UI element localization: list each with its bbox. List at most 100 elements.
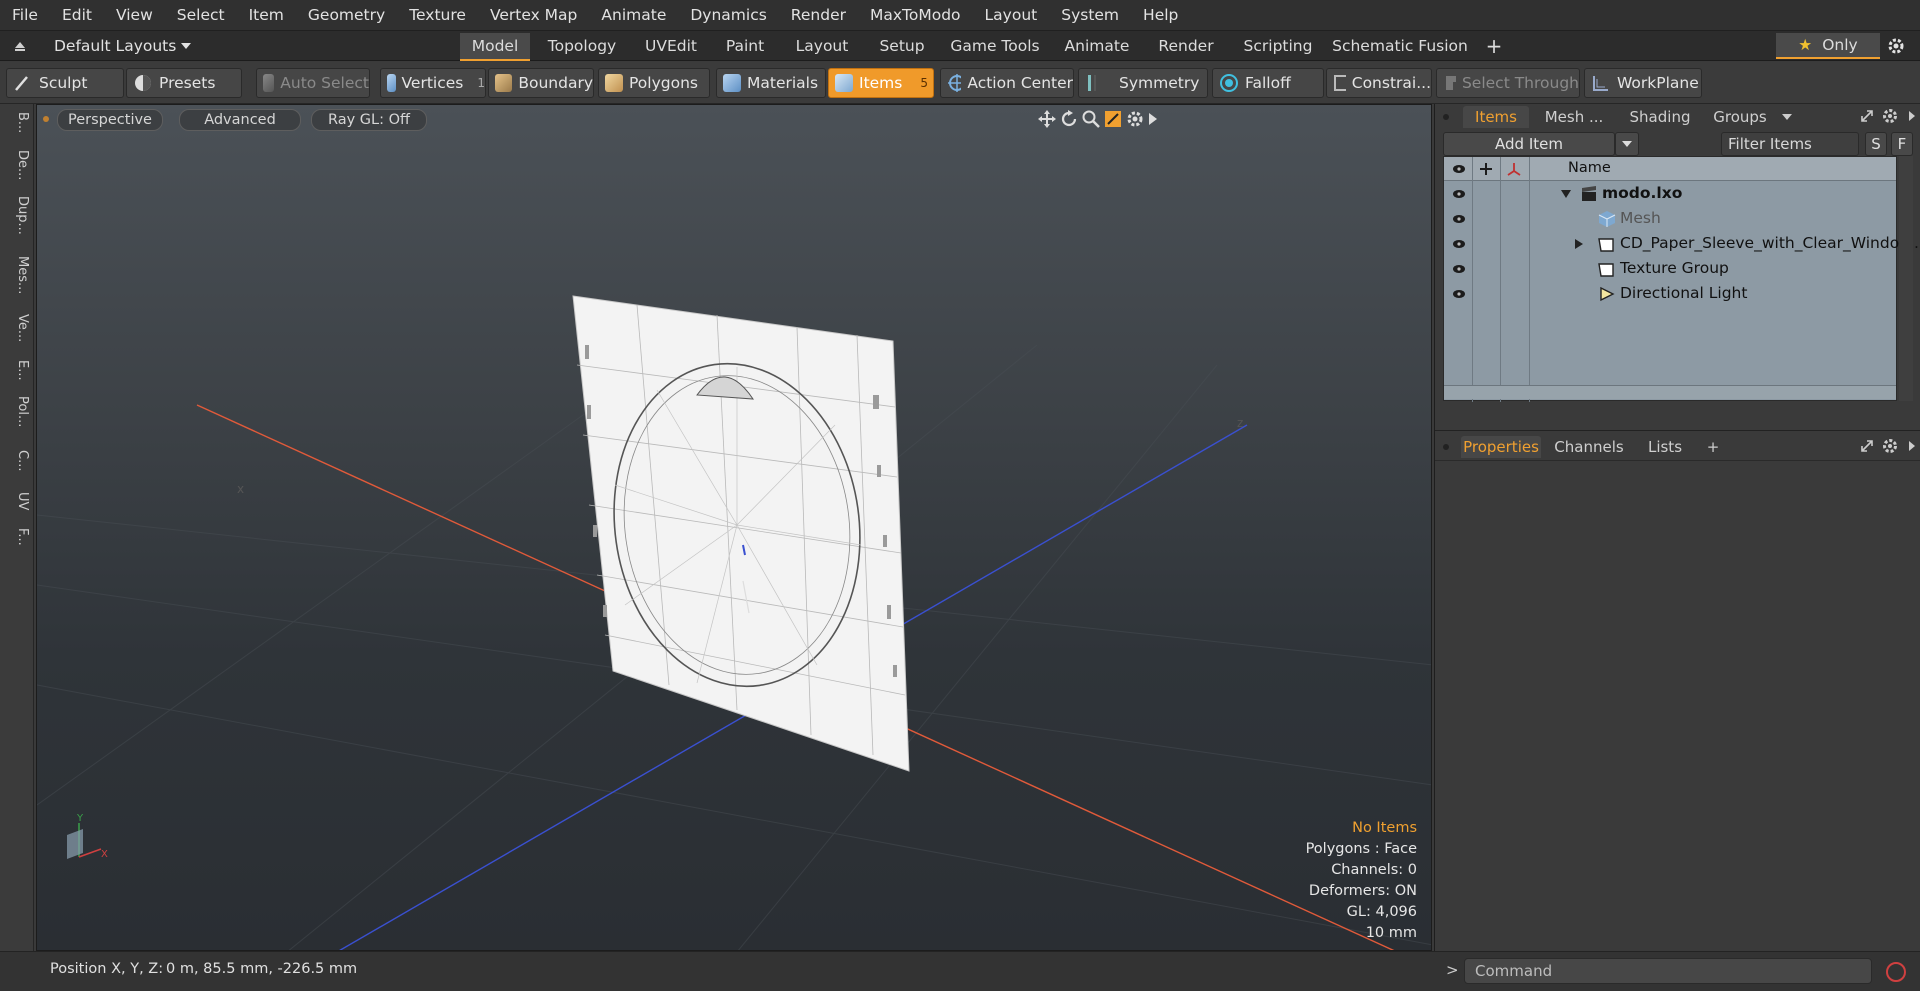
vertices-button[interactable]: Vertices 1 bbox=[380, 68, 486, 98]
tab-game-tools[interactable]: Game Tools bbox=[942, 33, 1048, 59]
left-tool-polygon[interactable]: Pol... bbox=[4, 396, 30, 427]
left-tool-duplicate[interactable]: Dup... bbox=[4, 196, 30, 235]
default-layouts-dropdown[interactable]: Default Layouts bbox=[54, 35, 192, 57]
left-tool-uv[interactable]: UV bbox=[4, 492, 30, 510]
filter-f-button[interactable]: F bbox=[1891, 132, 1913, 156]
tab-setup[interactable]: Setup bbox=[870, 33, 934, 59]
command-input[interactable]: Command bbox=[1464, 958, 1872, 984]
tab-lists[interactable]: Lists bbox=[1635, 436, 1695, 458]
tab-model[interactable]: Model bbox=[460, 33, 530, 61]
only-label: Only bbox=[1822, 36, 1858, 54]
add-item-dropdown[interactable] bbox=[1615, 132, 1639, 156]
action-center-button[interactable]: Action Center bbox=[940, 68, 1074, 98]
falloff-button[interactable]: Falloff bbox=[1212, 68, 1324, 98]
right-list-scrollbar[interactable] bbox=[1899, 156, 1913, 401]
workplane-button[interactable]: WorkPlane bbox=[1584, 68, 1702, 98]
properties-expand-icon[interactable] bbox=[1907, 439, 1917, 453]
left-tool-basic[interactable]: B... bbox=[4, 112, 30, 133]
tab-items[interactable]: Items bbox=[1463, 106, 1529, 128]
boundary-button[interactable]: Boundary bbox=[488, 68, 594, 98]
tab-channels[interactable]: Channels bbox=[1549, 436, 1629, 458]
3d-viewport[interactable]: Perspective Advanced Ray GL: Off x z Y X… bbox=[36, 104, 1432, 951]
filter-items-field[interactable]: Filter Items bbox=[1721, 132, 1859, 156]
lock-header-icon[interactable] bbox=[1478, 162, 1494, 176]
menu-edit[interactable]: Edit bbox=[50, 6, 104, 24]
left-tool-fusion[interactable]: F... bbox=[4, 528, 30, 546]
tab-shading[interactable]: Shading bbox=[1621, 106, 1699, 128]
symmetry-button[interactable]: Symmetry bbox=[1078, 68, 1208, 98]
collapse-arrow-icon[interactable] bbox=[12, 37, 28, 53]
sculpt-button[interactable]: Sculpt bbox=[6, 68, 124, 98]
menu-help[interactable]: Help bbox=[1131, 6, 1190, 24]
left-tool-curve[interactable]: C... bbox=[4, 450, 30, 471]
name-column-header[interactable]: Name bbox=[1568, 160, 1611, 176]
filter-s-button[interactable]: S bbox=[1865, 132, 1887, 156]
left-tool-edge[interactable]: E... bbox=[4, 360, 30, 381]
visibility-eye-icon[interactable] bbox=[1452, 288, 1466, 300]
panel-maximize-icon[interactable] bbox=[1859, 108, 1875, 124]
visibility-eye-icon[interactable] bbox=[1452, 238, 1466, 250]
items-button[interactable]: Items 5 bbox=[828, 68, 934, 98]
tab-schematic-fusion[interactable]: Schematic Fusion bbox=[1330, 33, 1470, 59]
menu-maxtomodo[interactable]: MaxToModo bbox=[858, 6, 973, 24]
tab-layout[interactable]: Layout bbox=[782, 33, 862, 59]
tree-row-cd-sleeve[interactable]: CD_Paper_Sleeve_with_Clear_Windo ... bbox=[1444, 232, 1919, 257]
menu-item[interactable]: Item bbox=[237, 6, 296, 24]
polygons-button[interactable]: Polygons bbox=[598, 68, 710, 98]
visibility-header-icon[interactable] bbox=[1452, 163, 1466, 175]
properties-maximize-icon[interactable] bbox=[1859, 438, 1875, 454]
panel-expand-icon[interactable] bbox=[1907, 109, 1917, 123]
record-macro-icon[interactable] bbox=[1884, 960, 1908, 984]
item-list-scrollbar[interactable] bbox=[1444, 385, 1896, 399]
type-header-icon[interactable] bbox=[1506, 161, 1522, 177]
visibility-eye-icon[interactable] bbox=[1452, 263, 1466, 275]
auto-select-button[interactable]: Auto Select bbox=[256, 68, 370, 98]
menu-dynamics[interactable]: Dynamics bbox=[678, 6, 778, 24]
left-tool-deform[interactable]: De... bbox=[4, 150, 30, 180]
presets-button[interactable]: Presets bbox=[126, 68, 242, 98]
menu-vertex-map[interactable]: Vertex Map bbox=[478, 6, 589, 24]
menu-render[interactable]: Render bbox=[779, 6, 858, 24]
add-tab-button[interactable]: + bbox=[1482, 33, 1506, 59]
visibility-eye-icon[interactable] bbox=[1452, 213, 1466, 225]
tree-row-texture-group[interactable]: Texture Group bbox=[1444, 257, 1898, 282]
select-through-button[interactable]: Select Through bbox=[1436, 68, 1580, 98]
constraints-button[interactable]: Constrai... bbox=[1326, 68, 1432, 98]
properties-gear-icon[interactable] bbox=[1881, 437, 1899, 455]
expand-arrow-icon[interactable] bbox=[1574, 238, 1584, 250]
tab-topology[interactable]: Topology bbox=[538, 33, 626, 59]
panel-gear-icon[interactable] bbox=[1881, 107, 1899, 125]
tab-uvedit[interactable]: UVEdit bbox=[634, 33, 708, 59]
visibility-eye-icon[interactable] bbox=[1452, 188, 1466, 200]
tab-scripting[interactable]: Scripting bbox=[1234, 33, 1322, 59]
tree-row-mesh[interactable]: Mesh bbox=[1444, 207, 1898, 232]
tab-render[interactable]: Render bbox=[1146, 33, 1226, 59]
add-item-button[interactable]: Add Item bbox=[1443, 132, 1615, 156]
add-properties-tab-label: + bbox=[1706, 438, 1720, 456]
tree-row-directional-light[interactable]: Directional Light bbox=[1444, 282, 1898, 307]
materials-button[interactable]: Materials bbox=[716, 68, 826, 98]
menu-geometry[interactable]: Geometry bbox=[296, 6, 397, 24]
menu-view[interactable]: View bbox=[104, 6, 165, 24]
left-tool-vertex[interactable]: Ve... bbox=[4, 314, 30, 342]
crosshair-icon bbox=[948, 74, 962, 92]
add-properties-tab-button[interactable]: + bbox=[1701, 436, 1725, 458]
tree-row-scene[interactable]: modo.lxo bbox=[1444, 182, 1898, 207]
menu-file[interactable]: File bbox=[0, 6, 50, 24]
tab-properties[interactable]: Properties bbox=[1461, 436, 1541, 458]
tabs-dropdown-icon[interactable] bbox=[1781, 112, 1793, 122]
menu-system[interactable]: System bbox=[1049, 6, 1131, 24]
menu-animate[interactable]: Animate bbox=[589, 6, 678, 24]
gear-icon[interactable] bbox=[1886, 36, 1906, 56]
tab-paint[interactable]: Paint bbox=[716, 33, 774, 59]
tab-animate[interactable]: Animate bbox=[1056, 33, 1138, 59]
tab-mesh[interactable]: Mesh ... bbox=[1535, 106, 1613, 128]
expand-triangle-icon[interactable] bbox=[1560, 189, 1572, 199]
menu-layout[interactable]: Layout bbox=[973, 6, 1050, 24]
left-tool-mesh-edit[interactable]: Mes... bbox=[4, 256, 30, 294]
menu-select[interactable]: Select bbox=[165, 6, 237, 24]
menu-texture[interactable]: Texture bbox=[397, 6, 478, 24]
viewport-stats: No Items Polygons : Face Channels: 0 Def… bbox=[1306, 818, 1417, 944]
tab-groups[interactable]: Groups bbox=[1705, 106, 1775, 128]
only-button[interactable]: ★ Only bbox=[1776, 33, 1880, 59]
